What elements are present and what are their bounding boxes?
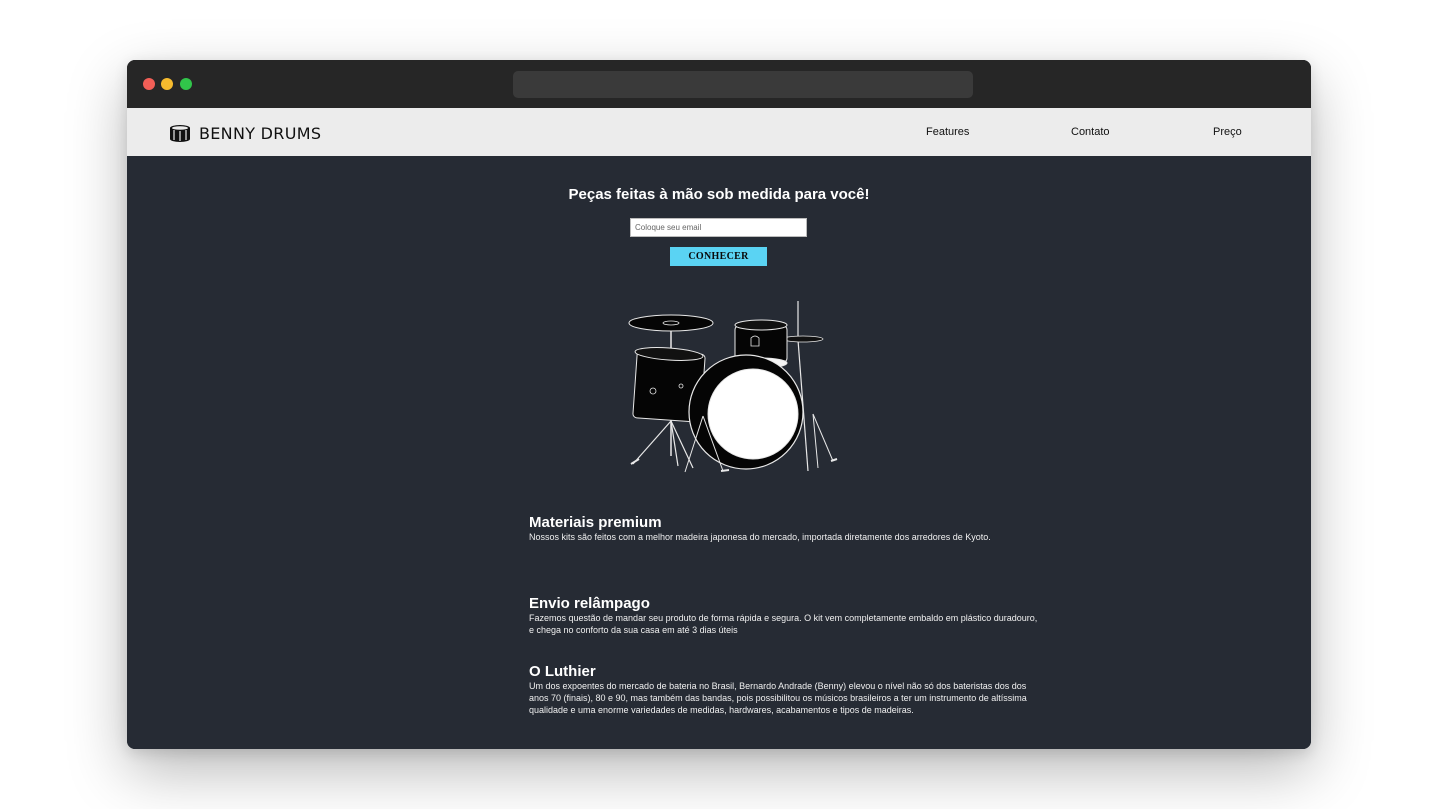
page-content: Peças feitas à mão sob medida para você!… xyxy=(127,156,1311,749)
maximize-window-button[interactable] xyxy=(180,78,192,90)
feature-text: Fazemos questão de mandar seu produto de… xyxy=(529,613,1038,635)
feature-title: Materiais premium xyxy=(529,514,662,531)
feature-title: Envio relâmpago xyxy=(529,595,650,612)
drum-kit-illustration xyxy=(628,301,838,473)
address-bar[interactable] xyxy=(513,71,973,98)
hero-title: Peças feitas à mão sob medida para você! xyxy=(568,186,870,203)
nav-link-features[interactable]: Features xyxy=(926,126,969,138)
feature-text: Nossos kits são feitos com a melhor made… xyxy=(529,532,991,542)
feature-luthier: O Luthier Um dos expoentes do mercado de… xyxy=(529,663,1039,716)
site-navbar: BENNY DRUMS Features Contato Preço xyxy=(127,108,1311,156)
feature-title: O Luthier xyxy=(529,663,596,680)
feature-materiais: Materiais premium Nossos kits são feitos… xyxy=(529,514,1039,543)
browser-window: BENNY DRUMS Features Contato Preço Peças… xyxy=(127,60,1311,749)
brand-name: BENNY DRUMS xyxy=(199,123,322,143)
nav-link-preco[interactable]: Preço xyxy=(1213,126,1242,138)
email-input[interactable] xyxy=(630,218,807,237)
conhecer-button[interactable]: CONHECER xyxy=(670,247,767,266)
browser-titlebar xyxy=(127,60,1311,108)
feature-text: Um dos expoentes do mercado de bateria n… xyxy=(529,681,1027,715)
minimize-window-button[interactable] xyxy=(161,78,173,90)
close-window-button[interactable] xyxy=(143,78,155,90)
nav-link-contato[interactable]: Contato xyxy=(1071,126,1110,138)
feature-envio: Envio relâmpago Fazemos questão de manda… xyxy=(529,595,1039,636)
brand-logo[interactable]: BENNY DRUMS xyxy=(169,123,321,143)
drum-icon xyxy=(170,125,190,142)
